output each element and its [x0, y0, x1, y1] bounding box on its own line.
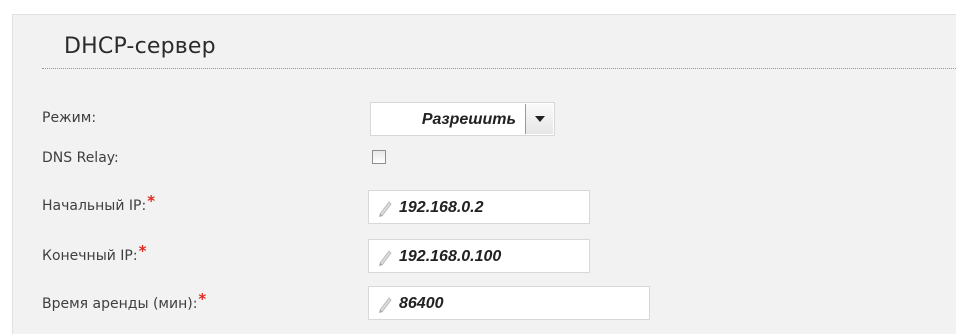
required-mark: * — [147, 192, 156, 210]
mode-select-value: Разрешить — [421, 111, 516, 128]
dns-relay-label: DNS Relay: — [42, 150, 119, 166]
end-ip-value: 192.168.0.100 — [399, 248, 502, 265]
mode-select[interactable]: Разрешить — [370, 102, 555, 136]
dns-relay-checkbox[interactable] — [372, 150, 386, 164]
required-mark: * — [138, 242, 147, 260]
start-ip-input[interactable]: 192.168.0.2 — [368, 190, 590, 224]
start-ip-label: Начальный IP:* — [42, 192, 155, 214]
mode-label-text: Режим: — [42, 110, 97, 126]
lease-time-label: Время аренды (мин):* — [42, 290, 206, 312]
chevron-down-icon[interactable] — [525, 104, 553, 134]
end-ip-input[interactable]: 192.168.0.100 — [368, 239, 590, 273]
pencil-icon — [379, 297, 392, 313]
dns-relay-label-text: DNS Relay: — [42, 150, 119, 166]
lease-time-label-text: Время аренды (мин): — [42, 296, 198, 312]
end-ip-label: Конечный IP:* — [42, 242, 146, 264]
lease-time-value: 86400 — [399, 295, 444, 312]
start-ip-value: 192.168.0.2 — [399, 199, 484, 216]
pencil-icon — [379, 201, 392, 217]
section-title: DHCP-сервер — [64, 34, 216, 59]
pencil-icon — [379, 250, 392, 266]
start-ip-label-text: Начальный IP: — [42, 198, 147, 214]
required-mark: * — [198, 290, 207, 308]
end-ip-label-text: Конечный IP: — [42, 248, 138, 264]
section-divider — [42, 68, 956, 69]
lease-time-input[interactable]: 86400 — [368, 286, 650, 320]
mode-label: Режим: — [42, 110, 96, 126]
